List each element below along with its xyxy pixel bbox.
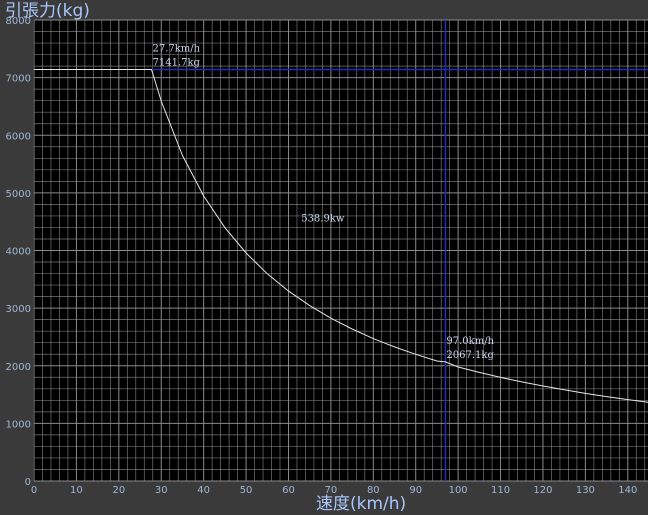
y-tick-label: 6000: [6, 131, 31, 142]
y-tick-label: 2000: [6, 362, 31, 373]
x-tick-label: 110: [491, 485, 510, 496]
y-tick-label: 1000: [6, 419, 31, 430]
x-tick-label: 20: [112, 485, 125, 496]
x-tick-label: 80: [367, 485, 380, 496]
x-tick-label: 100: [449, 485, 468, 496]
x-tick-label: 10: [70, 485, 83, 496]
x-tick-label: 120: [533, 485, 552, 496]
y-tick-label: 0: [25, 477, 31, 488]
crosshair-force-label: 2067.1kg: [446, 350, 494, 361]
x-tick-label: 140: [618, 485, 637, 496]
x-tick-label: 50: [240, 485, 253, 496]
crosshair-speed-label: 27.7km/h: [152, 43, 200, 54]
power-label: 538.9kw: [301, 214, 345, 225]
x-tick-label: 40: [197, 485, 210, 496]
x-tick-label: 0: [31, 485, 37, 496]
y-tick-label: 7000: [6, 74, 31, 85]
y-tick-label: 4000: [6, 247, 31, 258]
y-tick-label: 3000: [6, 304, 31, 315]
crosshair-force-label: 7141.7kg: [152, 57, 200, 68]
x-tick-label: 130: [576, 485, 595, 496]
y-tick-label: 5000: [6, 189, 31, 200]
grid: [33, 19, 648, 482]
x-tick-label: 30: [155, 485, 168, 496]
crosshair-speed-label: 97.0km/h: [446, 336, 494, 347]
x-tick-label: 70: [325, 485, 338, 496]
x-tick-label: 60: [282, 485, 295, 496]
x-tick-label: 90: [409, 485, 422, 496]
traction-chart: 0 10 20 30 40 50 60 70 80 90 100 110 120 130 140 0 1000 2…: [6, 16, 648, 496]
y-tick-label: 8000: [6, 16, 31, 27]
